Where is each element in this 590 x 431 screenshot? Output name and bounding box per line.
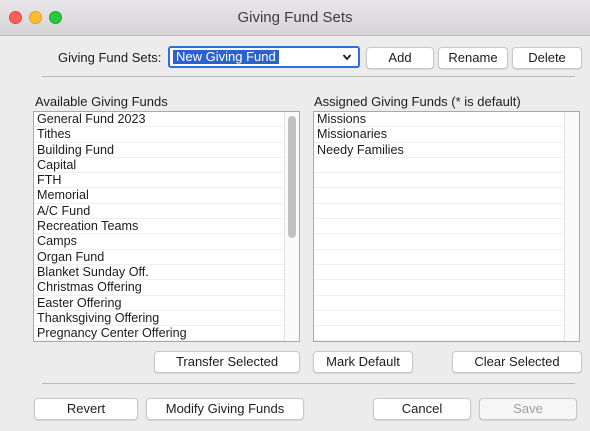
giving-fund-sets-label: Giving Fund Sets: xyxy=(58,50,162,65)
assigned-fund-item[interactable]: Missions xyxy=(314,112,579,128)
empty-row[interactable] xyxy=(314,296,579,311)
giving-fund-set-select[interactable]: New Giving Fund xyxy=(168,46,360,68)
bottom-separator xyxy=(42,383,575,384)
rename-set-button[interactable]: Rename xyxy=(438,47,508,69)
available-funds-header: Available Giving Funds xyxy=(35,94,168,109)
available-fund-item[interactable]: Christmas Offering xyxy=(34,280,299,296)
chevron-down-icon xyxy=(342,54,352,61)
empty-row[interactable] xyxy=(314,250,579,265)
transfer-selected-button[interactable]: Transfer Selected xyxy=(154,351,300,373)
add-set-button[interactable]: Add xyxy=(366,47,434,69)
selected-set-value: New Giving Fund xyxy=(173,50,279,64)
cancel-button[interactable]: Cancel xyxy=(373,398,471,420)
assigned-fund-item[interactable]: Needy Families xyxy=(314,143,579,158)
available-fund-item[interactable]: Building Fund xyxy=(34,143,299,158)
clear-selected-button[interactable]: Clear Selected xyxy=(452,351,582,373)
available-funds-list[interactable]: General Fund 2023 Tithes Building Fund Capi… xyxy=(33,111,300,342)
available-fund-item[interactable]: Tithes xyxy=(34,127,299,143)
window-title: Giving Fund Sets xyxy=(237,9,353,26)
top-separator xyxy=(42,76,575,77)
empty-row[interactable] xyxy=(314,158,579,174)
empty-row[interactable] xyxy=(314,219,579,235)
available-fund-item[interactable]: A/C Fund xyxy=(34,204,299,220)
assigned-funds-header: Assigned Giving Funds (* is default) xyxy=(314,94,521,109)
available-fund-item[interactable]: Organ Fund xyxy=(34,250,299,265)
save-button[interactable]: Save xyxy=(479,398,577,420)
empty-row[interactable] xyxy=(314,311,579,327)
available-fund-item[interactable]: Pregnancy Center Offering xyxy=(34,326,299,341)
title-bar: Giving Fund Sets xyxy=(0,0,590,36)
empty-row[interactable] xyxy=(314,234,579,250)
available-scrollbar[interactable] xyxy=(284,112,299,341)
available-fund-item[interactable]: Easter Offering xyxy=(34,296,299,311)
available-fund-item[interactable]: FTH xyxy=(34,173,299,189)
delete-set-button[interactable]: Delete xyxy=(512,47,582,69)
available-fund-item[interactable]: Memorial xyxy=(34,188,299,204)
revert-button[interactable]: Revert xyxy=(34,398,138,420)
empty-row[interactable] xyxy=(314,265,579,281)
assigned-fund-item[interactable]: Missionaries xyxy=(314,127,579,143)
mark-default-button[interactable]: Mark Default xyxy=(313,351,413,373)
giving-fund-sets-window: Giving Fund Sets Giving Fund Sets: New G… xyxy=(0,0,590,431)
available-scroll-thumb[interactable] xyxy=(288,116,296,238)
available-fund-item[interactable]: Camps xyxy=(34,234,299,250)
empty-row[interactable] xyxy=(314,173,579,189)
empty-row[interactable] xyxy=(314,280,579,296)
assigned-scrollbar[interactable] xyxy=(564,112,579,341)
assigned-funds-list[interactable]: Missions Missionaries Needy Families xyxy=(313,111,580,342)
modify-giving-funds-button[interactable]: Modify Giving Funds xyxy=(146,398,304,420)
empty-row[interactable] xyxy=(314,326,579,341)
empty-row[interactable] xyxy=(314,204,579,220)
available-fund-item[interactable]: Blanket Sunday Off. xyxy=(34,265,299,281)
empty-row[interactable] xyxy=(314,188,579,204)
available-fund-item[interactable]: General Fund 2023 xyxy=(34,112,299,128)
available-fund-item[interactable]: Recreation Teams xyxy=(34,219,299,235)
available-fund-item[interactable]: Thanksgiving Offering xyxy=(34,311,299,327)
available-fund-item[interactable]: Capital xyxy=(34,158,299,174)
